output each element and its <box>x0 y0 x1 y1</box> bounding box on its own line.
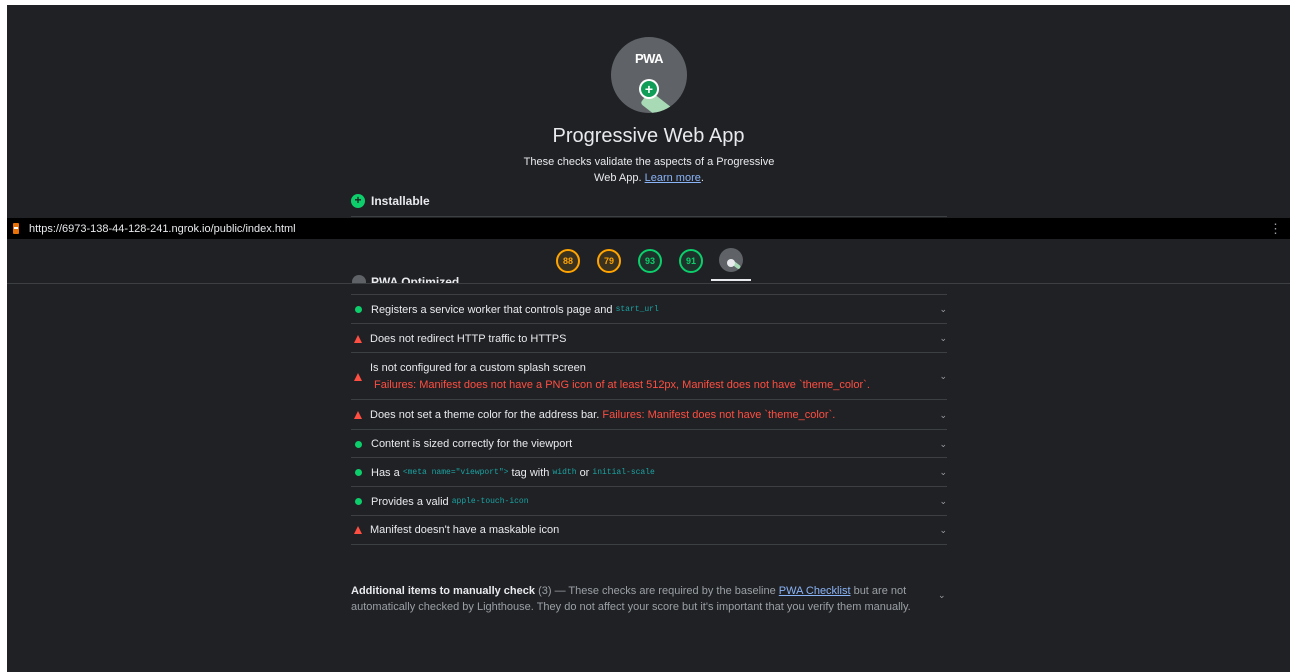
audit-viewport[interactable]: Has a <meta name="viewport"> tag with wi… <box>351 457 947 487</box>
lighthouse-icon <box>13 223 19 234</box>
group-installable-label: Installable <box>371 194 430 208</box>
audit-content-width[interactable]: Content is sized correctly for the viewp… <box>351 429 947 458</box>
more-options-icon[interactable]: ⋮ <box>1269 221 1282 237</box>
audit-failure-detail: Failures: Manifest does not have `theme_… <box>602 409 836 421</box>
audit-redirects-http[interactable]: Does not redirect HTTP traffic to HTTPS … <box>351 323 947 353</box>
manual-checks-group[interactable]: Additional items to manually check (3) —… <box>351 583 911 615</box>
pwa-checklist-link[interactable]: PWA Checklist <box>779 585 851 597</box>
audit-apple-touch-icon[interactable]: Provides a valid apple-touch-icon ⌄ <box>351 486 947 516</box>
pwa-logo-text: PWA <box>634 51 664 66</box>
report-url[interactable]: https://6973-138-44-128-241.ngrok.io/pub… <box>29 223 296 235</box>
group-optimized-label: PWA Optimized <box>371 275 460 283</box>
audit-theme-color[interactable]: Does not set a theme color for the addre… <box>351 399 947 430</box>
chevron-down-icon[interactable]: ⌄ <box>939 304 947 315</box>
chevron-down-icon[interactable]: ⌄ <box>938 590 946 601</box>
group-pwa-optimized: PWA Optimized <box>351 275 551 283</box>
learn-more-link[interactable]: Learn more <box>645 172 701 184</box>
group-installable: Installable <box>351 193 430 208</box>
chevron-down-icon[interactable]: ⌄ <box>939 371 947 382</box>
pass-icon <box>355 306 362 313</box>
group-optimized-icon <box>352 275 366 283</box>
gauge-accessibility[interactable]: 79 <box>597 249 621 273</box>
score-gauges: 88 79 93 91 <box>7 239 1290 284</box>
chevron-down-icon[interactable]: ⌄ <box>939 410 947 421</box>
lighthouse-report: PWA + Progressive Web App These checks v… <box>7 5 1290 672</box>
pwa-category-icon: PWA + <box>611 37 687 113</box>
fail-icon <box>354 411 362 419</box>
chevron-down-icon[interactable]: ⌄ <box>939 333 947 344</box>
gauge-performance[interactable]: 88 <box>556 249 580 273</box>
chevron-down-icon[interactable]: ⌄ <box>939 496 947 507</box>
gauge-best-practices[interactable]: 93 <box>638 249 662 273</box>
category-description: These checks validate the aspects of a P… <box>523 156 775 184</box>
manual-checks-title: Additional items to manually check <box>351 585 535 597</box>
fail-icon <box>354 334 362 343</box>
audit-splash-screen[interactable]: Is not configured for a custom splash sc… <box>351 352 947 400</box>
chevron-down-icon[interactable]: ⌄ <box>939 439 947 450</box>
gauge-pwa[interactable] <box>719 248 743 272</box>
audit-failure-detail: Failures: Manifest does not have a PNG i… <box>374 378 870 391</box>
pass-icon <box>355 440 362 448</box>
manual-checks-count: (3) <box>538 585 552 597</box>
chevron-down-icon[interactable]: ⌄ <box>939 467 947 478</box>
audit-service-worker[interactable]: Registers a service worker that controls… <box>351 294 947 324</box>
fail-icon <box>354 526 362 534</box>
chevron-down-icon[interactable]: ⌄ <box>939 525 947 536</box>
category-title: Progressive Web App <box>552 125 745 147</box>
installable-icon <box>351 193 365 208</box>
report-url-bar: https://6973-138-44-128-241.ngrok.io/pub… <box>7 218 1290 239</box>
pass-icon <box>355 498 362 505</box>
gauge-seo[interactable]: 91 <box>679 249 703 273</box>
audit-maskable-icon[interactable]: Manifest doesn't have a maskable icon ⌄ <box>351 515 947 545</box>
active-gauge-indicator <box>711 279 751 281</box>
divider <box>351 216 947 217</box>
pass-icon <box>355 469 362 476</box>
fail-icon <box>354 372 362 381</box>
plus-icon: + <box>639 79 659 99</box>
